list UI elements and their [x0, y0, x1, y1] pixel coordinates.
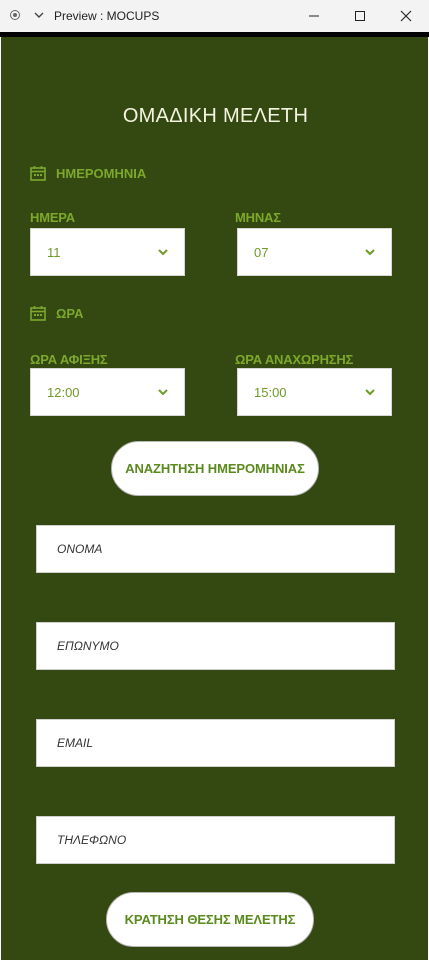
minimize-button[interactable] [292, 0, 336, 32]
time-section-label: ΩΡΑ [30, 305, 84, 321]
arrival-time-label: ΩΡΑ ΑΦΙΞΗΣ [30, 352, 108, 367]
surname-input[interactable] [36, 622, 395, 670]
chevron-down-icon [158, 388, 168, 396]
window-title: Preview : MOCUPS [54, 9, 160, 23]
day-select-value: 11 [47, 244, 61, 260]
page-title: ΟΜΑΔΙΚΗ ΜΕΛΕΤΗ [122, 105, 309, 127]
arrival-time-value: 12:00 [47, 384, 80, 400]
chevron-down-icon[interactable] [34, 9, 44, 21]
window-titlebar: Preview : MOCUPS [0, 0, 429, 32]
close-button[interactable] [384, 0, 428, 32]
departure-time-value: 15:00 [254, 384, 287, 400]
phone-input[interactable] [36, 816, 395, 864]
email-input[interactable] [36, 719, 395, 767]
date-section-text: ΗΜΕΡΟΜΗΝΙΑ [56, 165, 147, 181]
departure-time-select[interactable]: 15:00 [237, 368, 392, 416]
month-select[interactable]: 07 [237, 228, 392, 276]
search-date-button-label: ΑΝΑΖΗΤΗΣΗ ΗΜΕΡΟΜΗΝΙΑΣ [125, 461, 305, 476]
book-study-seat-button-label: ΚΡΑΤΗΣΗ ΘΕΣΗΣ ΜΕΛΕΤΗΣ [124, 912, 296, 927]
month-select-value: 07 [254, 244, 269, 260]
time-section-text: ΩΡΑ [56, 305, 84, 321]
calendar-icon [30, 166, 46, 181]
chevron-down-icon [158, 248, 168, 256]
close-icon [400, 10, 412, 22]
chevron-down-icon [365, 388, 375, 396]
chevron-down-icon [365, 248, 375, 256]
departure-time-label: ΩΡΑ ΑΝΑΧΩΡΗΣΗΣ [235, 352, 354, 367]
name-input[interactable] [36, 525, 395, 573]
maximize-button[interactable] [338, 0, 382, 32]
book-study-seat-button[interactable]: ΚΡΑΤΗΣΗ ΘΕΣΗΣ ΜΕΛΕΤΗΣ [106, 892, 314, 947]
search-date-button[interactable]: ΑΝΑΖΗΤΗΣΗ ΗΜΕΡΟΜΗΝΙΑΣ [111, 441, 319, 496]
app-surface: ΟΜΑΔΙΚΗ ΜΕΛΕΤΗ ΗΜΕΡΟΜΗΝΙΑ ΗΜΕΡΑ ΜΗΝΑΣ 11… [1, 37, 428, 960]
month-label: ΜΗΝΑΣ [235, 210, 281, 225]
minimize-icon [309, 15, 319, 17]
maximize-icon [355, 11, 365, 21]
date-section-label: ΗΜΕΡΟΜΗΝΙΑ [30, 165, 146, 181]
calendar-icon [30, 306, 46, 321]
day-select[interactable]: 11 [30, 228, 185, 276]
record-icon[interactable] [10, 10, 20, 20]
arrival-time-select[interactable]: 12:00 [30, 368, 185, 416]
day-label: ΗΜΕΡΑ [30, 210, 75, 225]
